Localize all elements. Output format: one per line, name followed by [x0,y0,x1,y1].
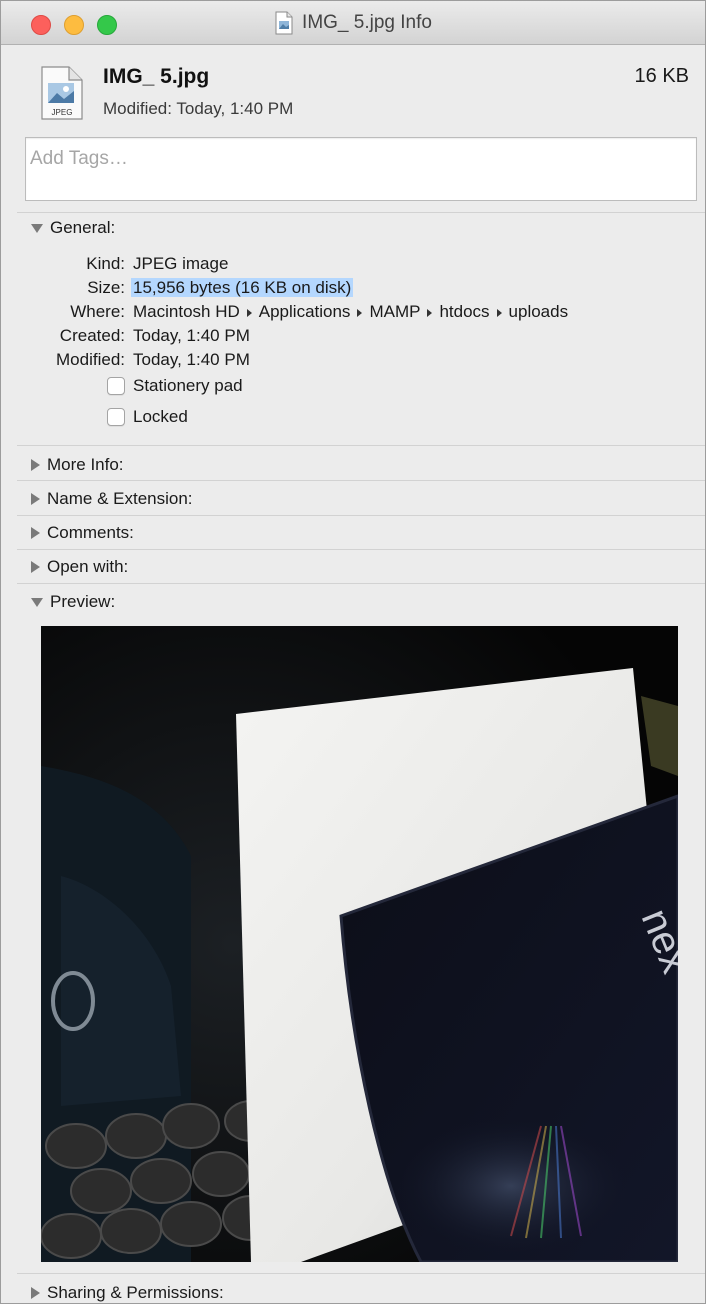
file-header: JPEG IMG_ 5.jpg Modified: Today, 1:40 PM… [1,45,705,137]
divider [17,583,705,584]
window-title: IMG_ 5.jpg Info [302,12,432,33]
size-value-selected[interactable]: 15,956 bytes (16 KB on disk) [131,278,354,297]
image-file-icon [274,11,294,35]
section-preview-label: Preview: [50,592,116,611]
section-more-info[interactable]: More Info: [31,453,124,477]
section-more-info-label: More Info: [47,455,124,474]
section-general-label: General: [50,218,116,237]
locked-label[interactable]: Locked [133,407,188,427]
jpeg-file-icon: JPEG [39,65,85,121]
section-open-with[interactable]: Open with: [31,555,128,579]
path-separator-icon [246,308,252,317]
stationery-pad-checkbox[interactable] [107,377,125,395]
locked-option[interactable]: Locked [107,407,188,427]
modified-value: Today, 1:40 PM [133,350,250,369]
where-path[interactable]: Macintosh HD Applications MAMP htdocs upload… [133,302,568,322]
title-bar[interactable]: IMG_ 5.jpg Info [1,1,705,45]
locked-checkbox[interactable] [107,408,125,426]
divider [17,480,705,481]
size-label: Size: [87,278,125,297]
modified-label: Modified: [56,350,125,369]
size-value[interactable]: 15,956 bytes (16 KB on disk) [131,278,354,298]
created-value: Today, 1:40 PM [133,326,250,345]
path-separator-icon [496,308,502,317]
section-general[interactable]: General: [31,216,115,240]
divider [17,549,705,550]
divider [17,212,705,213]
created-label: Created: [59,326,125,345]
disclosure-collapsed-icon[interactable] [31,561,40,573]
path-item[interactable]: htdocs [439,302,489,321]
section-sharing-permissions[interactable]: Sharing & Permissions: [31,1281,224,1303]
file-name: IMG_ 5.jpg [103,65,210,88]
section-comments[interactable]: Comments: [31,521,134,545]
where-label: Where: [70,302,125,321]
tags-input[interactable] [26,138,696,200]
stationery-pad-label[interactable]: Stationery pad [133,376,243,396]
disclosure-collapsed-icon[interactable] [31,493,40,505]
path-item[interactable]: Applications [259,302,351,321]
disclosure-collapsed-icon[interactable] [31,527,40,539]
section-comments-label: Comments: [47,523,134,542]
disclosure-collapsed-icon[interactable] [31,1287,40,1299]
divider [17,1273,705,1274]
title-group: IMG_ 5.jpg Info [1,1,705,45]
tags-field[interactable] [25,137,697,201]
section-open-with-label: Open with: [47,557,129,576]
file-modified: Modified: Today, 1:40 PM [103,99,294,118]
preview-image: nex [41,626,678,1262]
kind-label: Kind: [86,254,125,273]
kind-value: JPEG image [133,254,229,273]
path-item[interactable]: MAMP [369,302,420,321]
divider [17,515,705,516]
path-item[interactable]: Macintosh HD [133,302,240,321]
disclosure-expanded-icon[interactable] [31,223,43,233]
section-name-extension-label: Name & Extension: [47,489,193,508]
path-separator-icon [357,308,363,317]
disclosure-collapsed-icon[interactable] [31,459,40,471]
section-preview[interactable]: Preview: [31,590,115,614]
info-window: IMG_ 5.jpg Info JPEG IMG_ 5.jpg Modified… [0,0,706,1304]
path-item[interactable]: uploads [509,302,569,321]
path-separator-icon [427,308,433,317]
disclosure-expanded-icon[interactable] [31,597,43,607]
stationery-pad-option[interactable]: Stationery pad [107,376,243,396]
jpeg-icon-label: JPEG [52,108,73,117]
section-sharing-label: Sharing & Permissions: [47,1283,224,1302]
divider [17,445,705,446]
section-name-extension[interactable]: Name & Extension: [31,487,193,511]
file-size: 16 KB [634,65,689,87]
